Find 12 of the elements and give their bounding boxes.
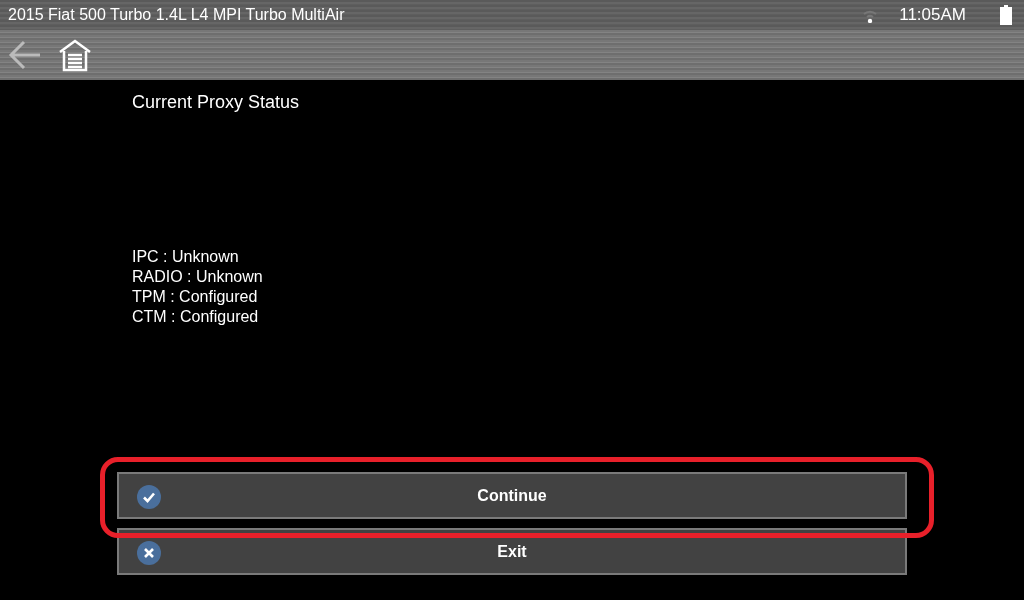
clock: 11:05AM <box>899 5 966 25</box>
battery-icon <box>1000 5 1012 25</box>
home-icon[interactable] <box>58 38 92 72</box>
vehicle-title: 2015 Fiat 500 Turbo 1.4L L4 MPI Turbo MultiAir <box>8 6 345 24</box>
status-line: TPM : Configured <box>132 287 259 307</box>
page-title: Current Proxy Status <box>131 91 301 114</box>
continue-button[interactable]: Continue <box>117 472 907 519</box>
status-line: IPC : Unknown <box>132 247 240 267</box>
exit-button[interactable]: Exit <box>117 528 907 575</box>
status-line: RADIO : Unknown <box>132 267 264 287</box>
status-line: CTM : Configured <box>132 307 260 327</box>
back-icon[interactable] <box>8 39 42 71</box>
